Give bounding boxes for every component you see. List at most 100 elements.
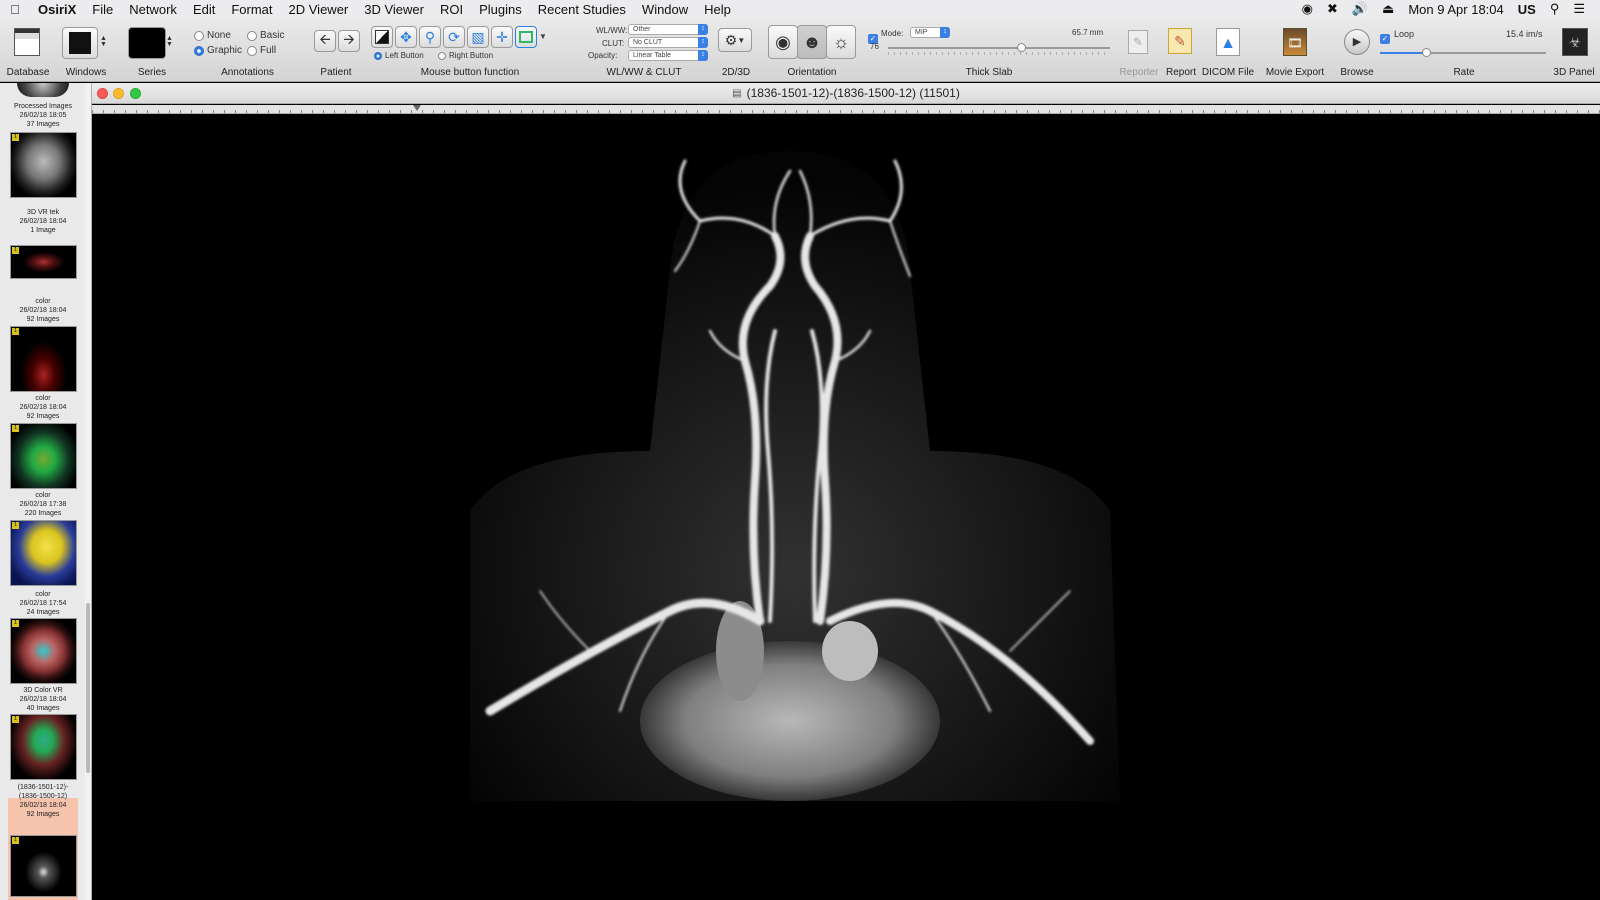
zoom-icon[interactable] (130, 88, 141, 99)
loop-checkbox[interactable]: ✓ (1380, 28, 1390, 46)
series-badge: 1 (12, 134, 19, 141)
3d-panel-icon[interactable]: ☣ (1562, 28, 1588, 56)
spotlight-icon[interactable]: ⚲ (1543, 1, 1567, 17)
thumbnail-color-1[interactable]: 1 (10, 326, 77, 392)
series-group[interactable]: ▲ ▼ Series (124, 18, 180, 82)
menu-network[interactable]: Network (121, 2, 185, 17)
series-button[interactable] (128, 27, 166, 59)
thumbnail-color-3[interactable]: 1 (10, 520, 77, 586)
series-sidebar[interactable]: Processed Images 26/02/18 18:05 37 Image… (0, 83, 92, 900)
rotate-tool-icon[interactable]: ⟳ (443, 26, 465, 48)
clock[interactable]: Mon 9 Apr 18:04 (1401, 2, 1510, 17)
annotation-basic-radio[interactable]: Basic (247, 30, 284, 41)
thumbnail-color-2[interactable]: 1 (10, 423, 77, 489)
right-button-radio[interactable]: Right Button (438, 51, 493, 60)
slab-slider-track[interactable] (888, 47, 1110, 49)
menu-recent-studies[interactable]: Recent Studies (530, 2, 634, 17)
series-item[interactable]: Processed Images 26/02/18 18:05 37 Image… (0, 102, 86, 129)
clut-select[interactable]: No CLUT ↕ (628, 37, 708, 48)
series-item-selected[interactable]: (1836-1501-12)- (1836-1500-12) 26/02/18 … (0, 783, 86, 819)
slice-ruler[interactable] (92, 105, 1600, 114)
mode-select[interactable]: MIP ↕ (910, 27, 950, 38)
axial-orientation-icon[interactable]: ◉ (768, 25, 798, 59)
crosshair-tool-icon[interactable]: ✛ (491, 26, 513, 48)
menu-roi[interactable]: ROI (432, 2, 471, 17)
rate-slider-track[interactable] (1380, 52, 1546, 54)
reporter-icon[interactable]: ✎ (1128, 30, 1148, 54)
chevron-updown-icon[interactable]: ▲ ▼ (166, 35, 173, 48)
coronal-orientation-icon[interactable]: ☻ (797, 25, 827, 59)
report-icon[interactable]: ✎ (1168, 28, 1192, 54)
slice-position-marker[interactable] (413, 105, 421, 111)
dicom-file-icon[interactable]: ▲ (1216, 28, 1240, 56)
movie-export-icon[interactable]: 🎞 (1283, 28, 1307, 56)
move-tool-icon[interactable]: ✥ (395, 26, 417, 48)
tools-icon[interactable]: ✖ (1320, 1, 1345, 17)
annotation-none-radio[interactable]: None (194, 30, 231, 41)
windows-button[interactable] (62, 27, 98, 59)
slab-slider-knob[interactable] (1017, 43, 1026, 52)
heart-region (640, 641, 940, 801)
3d-panel-group: ☣ 3D Panel (1548, 18, 1600, 82)
series-item[interactable]: color 26/02/18 18:04 92 Images (0, 394, 86, 421)
menu-file[interactable]: File (84, 2, 121, 17)
sagittal-orientation-icon[interactable]: ☼ (826, 25, 856, 59)
menu-edit[interactable]: Edit (185, 2, 223, 17)
menu-3d-viewer[interactable]: 3D Viewer (356, 2, 432, 17)
windows-group[interactable]: ▲ ▼ Windows (58, 18, 114, 82)
series-item[interactable]: color 26/02/18 18:04 92 Images (0, 297, 86, 324)
menu-window[interactable]: Window (634, 2, 696, 17)
chevron-updown-icon[interactable]: ▲ ▼ (100, 35, 107, 48)
series-badge: 1 (12, 716, 19, 723)
thumbnail-3d-vr[interactable]: 1 (10, 245, 77, 279)
document-icon: ▤ (732, 87, 742, 99)
menu-plugins[interactable]: Plugins (471, 2, 530, 17)
series-name: color (35, 492, 51, 499)
thumbnail-brain-coronal[interactable]: 1 (10, 132, 77, 198)
wlww-tool-icon[interactable] (371, 26, 393, 48)
opacity-select[interactable]: Linear Table ↕ (628, 50, 708, 61)
play-icon[interactable]: ▶ (1344, 29, 1370, 55)
close-icon[interactable] (97, 88, 108, 99)
scroll-tool-icon[interactable]: ▧ (467, 26, 489, 48)
next-patient-button[interactable]: 🡪 (338, 30, 360, 52)
thumbnail-3d-color-vr[interactable]: 1 (10, 714, 77, 780)
thumbnail-mip-selected[interactable]: 1 (10, 835, 77, 897)
notification-icon[interactable]: ☰ (1566, 1, 1592, 17)
wlww-select[interactable]: Other ↕ (628, 24, 708, 35)
gear-icon[interactable]: ⚙ ▼ (718, 28, 752, 52)
left-button-radio[interactable]: Left Button (374, 51, 424, 60)
thumbnail-processed-images[interactable] (17, 83, 69, 97)
mouse-function-group: ✥ ⚲ ⟳ ▧ ✛ ▼ Left Button Right Button Mou… (368, 18, 572, 82)
volume-icon[interactable]: 🔊 (1345, 1, 1375, 17)
eject-icon[interactable]: ⏏ (1375, 1, 1401, 17)
series-name: Processed Images (14, 103, 72, 110)
annotation-graphic-radio[interactable]: Graphic (194, 45, 242, 56)
rate-slider-knob[interactable] (1422, 48, 1431, 57)
menu-help[interactable]: Help (696, 2, 739, 17)
chevron-down-icon[interactable]: ▼ (539, 32, 547, 41)
series-item[interactable]: 3D Color VR 26/02/18 18:04 40 Images (0, 686, 86, 713)
nvidia-icon[interactable]: ◉ (1295, 1, 1320, 17)
minimize-icon[interactable] (113, 88, 124, 99)
menu-2d-viewer[interactable]: 2D Viewer (281, 2, 357, 17)
sidebar-scroll-thumb[interactable] (86, 603, 90, 773)
menu-osirix[interactable]: OsiriX (30, 2, 84, 17)
series-item[interactable]: color 26/02/18 17:54 24 Images (0, 590, 86, 617)
sidebar-scrollbar[interactable] (85, 83, 91, 900)
zoom-tool-icon[interactable]: ⚲ (419, 26, 441, 48)
previous-patient-button[interactable]: 🡨 (314, 30, 336, 52)
input-source[interactable]: US (1511, 2, 1543, 17)
mouse-function-label: Mouse button function (420, 67, 520, 78)
annotation-full-radio[interactable]: Full (247, 45, 276, 56)
thumbnail-color-4[interactable]: 1 (10, 618, 77, 684)
database-group[interactable]: Database (0, 18, 56, 82)
apple-icon[interactable]:  (0, 2, 30, 17)
series-item[interactable]: 3D VR tek 26/02/18 18:04 1 Image (0, 208, 86, 235)
roi-rectangle-tool-icon[interactable] (515, 26, 537, 48)
mip-angiography-image[interactable] (470, 151, 1120, 801)
series-item[interactable]: color 26/02/18 17:38 220 Images (0, 491, 86, 518)
database-icon[interactable] (14, 28, 40, 56)
menu-format[interactable]: Format (223, 2, 280, 17)
series-name: color (35, 395, 51, 402)
